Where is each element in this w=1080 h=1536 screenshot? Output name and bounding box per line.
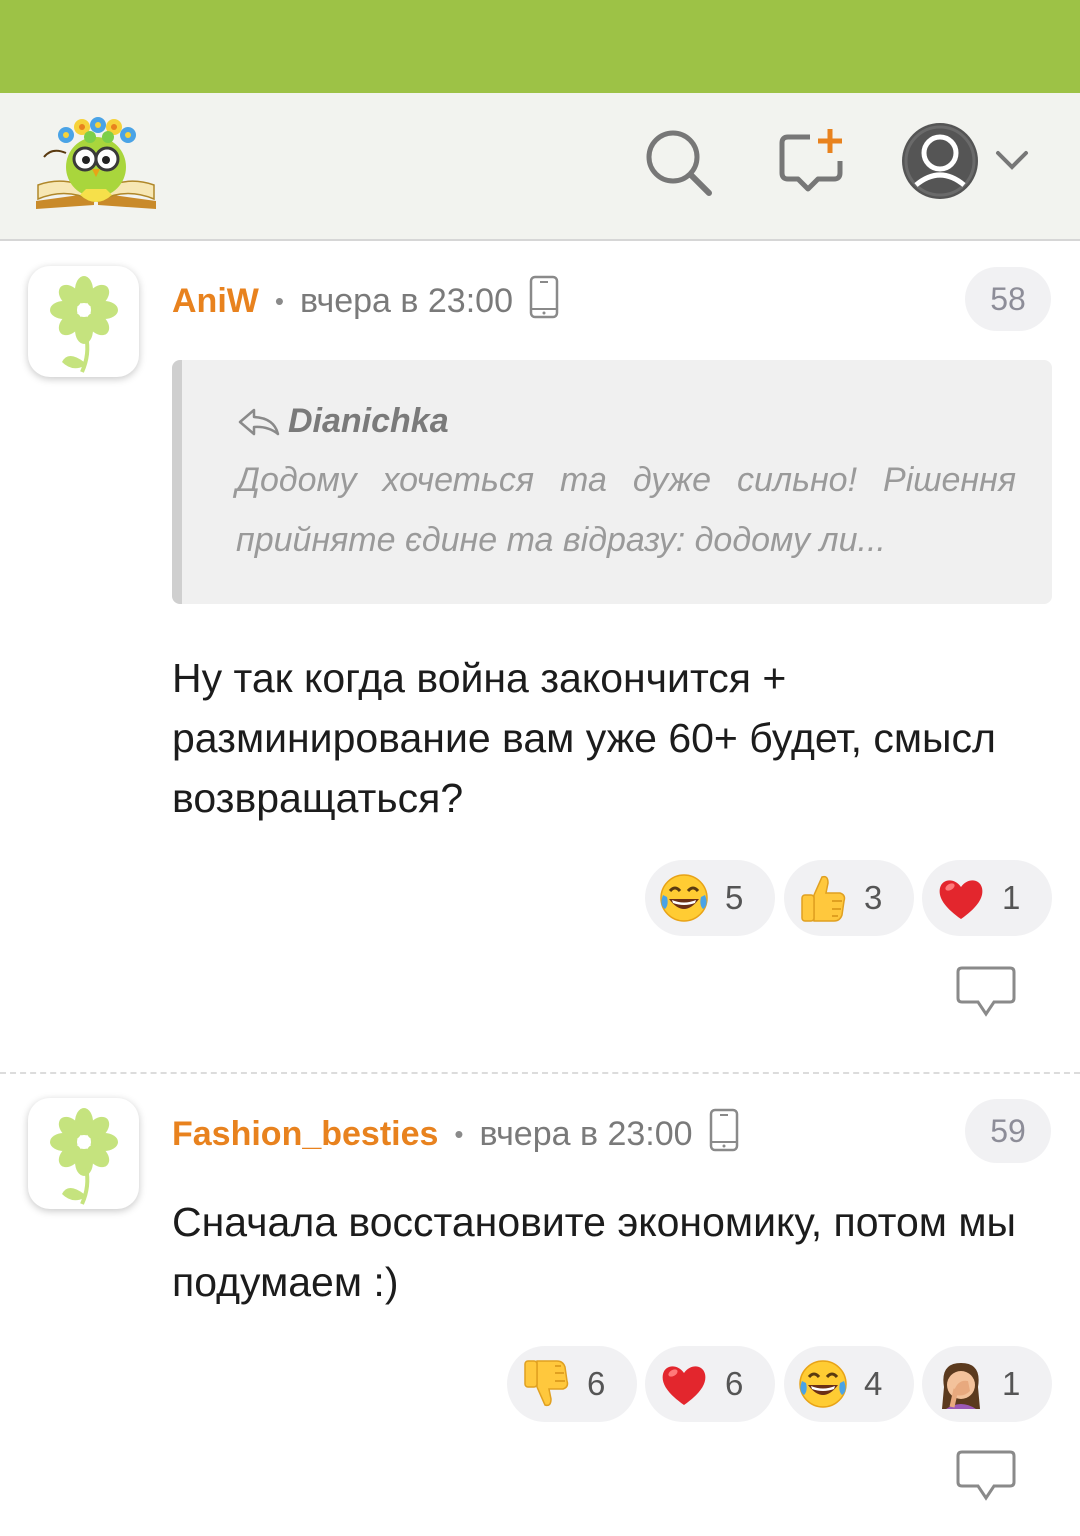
author-name[interactable]: Fashion_besties (172, 1115, 438, 1154)
owl-reading-book-logo[interactable] (30, 113, 162, 213)
app-header (0, 93, 1080, 241)
comment-time: вчера в 23:00 (479, 1114, 693, 1153)
reaction-count: 6 (587, 1365, 606, 1402)
reaction-count: 6 (725, 1365, 744, 1402)
search-icon[interactable] (643, 127, 715, 199)
user-avatar-icon (902, 123, 978, 199)
avatar[interactable] (28, 1098, 139, 1209)
reaction-thumbs-up[interactable]: 3 (784, 860, 914, 936)
quote-text: Додому хочеться та дуже сильно! Рішення … (236, 461, 1016, 559)
comment-text: Сначала восстановите экономику, потом мы… (172, 1199, 1017, 1305)
reaction-laughing[interactable]: 5 (645, 860, 775, 936)
red-heart-emoji (657, 1357, 711, 1411)
reaction-laughing[interactable]: 4 (784, 1346, 914, 1422)
quoted-comment[interactable]: Dianichka Додому хочеться та дуже сильно… (172, 360, 1052, 604)
mobile-phone-icon (709, 1108, 739, 1161)
reaction-count: 4 (864, 1365, 883, 1402)
quote-author-name: Dianichka (288, 402, 449, 440)
thumbs-up-emoji (796, 871, 850, 925)
quote-author: Dianichka (236, 402, 449, 441)
comment-meta: Fashion_besties • вчера в 23:00 (172, 1108, 739, 1161)
facepalm-woman-emoji (934, 1357, 988, 1411)
thumbs-down-emoji (519, 1357, 573, 1411)
reaction-count: 1 (1002, 879, 1021, 916)
reaction-heart[interactable]: 1 (922, 860, 1052, 936)
reaction-count: 3 (864, 879, 883, 916)
reply-arrow-icon (238, 408, 280, 435)
reply-comment-icon[interactable] (956, 964, 1016, 1018)
profile-menu-button[interactable] (900, 123, 1040, 203)
comment-meta: AniW • вчера в 23:00 (172, 275, 559, 328)
new-chat-plus-icon[interactable] (776, 127, 848, 199)
comment-number-badge: 58 (965, 267, 1051, 331)
comment-time: вчера в 23:00 (299, 281, 513, 320)
meta-separator: • (454, 1118, 464, 1149)
reaction-thumbs-down[interactable]: 6 (507, 1346, 637, 1422)
laughing-tears-emoji (796, 1357, 850, 1411)
reaction-count: 5 (725, 879, 744, 916)
avatar[interactable] (28, 266, 139, 377)
comment-text: Ну так когда война закончится + разминир… (172, 655, 996, 821)
reaction-heart[interactable]: 6 (645, 1346, 775, 1422)
chevron-down-icon (996, 151, 1028, 170)
comment-number-badge: 59 (965, 1099, 1051, 1163)
meta-separator: • (274, 285, 284, 316)
author-name[interactable]: AniW (172, 282, 259, 321)
red-heart-emoji (934, 871, 988, 925)
mobile-phone-icon (529, 275, 559, 328)
status-bar (0, 0, 1080, 93)
reaction-count: 1 (1002, 1365, 1021, 1402)
laughing-tears-emoji (657, 871, 711, 925)
reply-comment-icon[interactable] (956, 1448, 1016, 1502)
comment-divider (0, 1072, 1080, 1074)
reaction-facepalm[interactable]: 1 (922, 1346, 1052, 1422)
